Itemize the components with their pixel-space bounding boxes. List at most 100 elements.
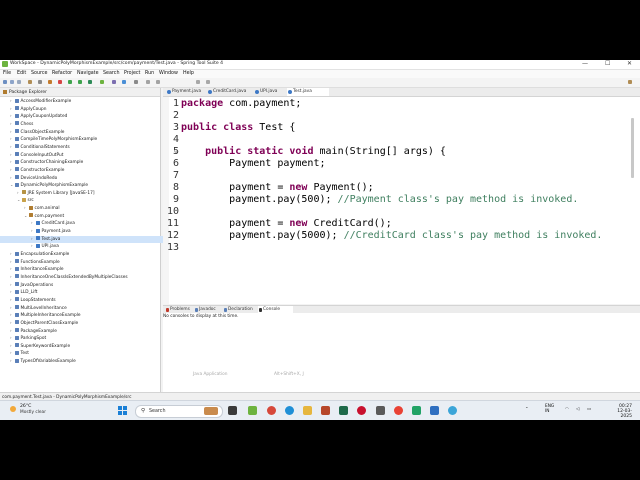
tree-item[interactable]: › EncapsulationExample [0, 251, 170, 258]
code-token: Test { [253, 122, 296, 133]
browser-taskbar-icon[interactable] [448, 406, 457, 415]
wifi-icon[interactable]: ◠ [565, 407, 569, 412]
menu-navigate[interactable]: Navigate [77, 71, 99, 76]
tree-item[interactable]: › MultipleInheritanceExample [0, 312, 170, 319]
close-button[interactable]: ✕ [627, 60, 632, 67]
back-icon[interactable] [196, 80, 200, 84]
menu-window[interactable]: Window [159, 71, 178, 76]
line-number: 9 [172, 194, 179, 205]
menu-run[interactable]: Run [145, 71, 154, 76]
windows-logo-icon [123, 406, 127, 410]
tab-test-java[interactable]: Test.java [287, 88, 329, 96]
word-taskbar-icon[interactable] [430, 406, 439, 415]
tree-item[interactable]: › Test [0, 350, 170, 357]
tree-item[interactable]: › DeviceUndoRedo [0, 175, 170, 182]
stop-icon[interactable] [58, 80, 62, 84]
menu-source[interactable]: Source [31, 71, 47, 76]
spring-tool-suite-taskbar-icon[interactable] [248, 406, 257, 415]
new-icon[interactable] [3, 80, 7, 84]
debug-icon[interactable] [68, 80, 72, 84]
app-taskbar-icon[interactable] [376, 406, 385, 415]
tree-item[interactable]: › ApplyCouponUpdated [0, 113, 170, 120]
package-explorer-tab[interactable]: Package Explorer [0, 88, 160, 97]
battery-icon[interactable]: ▭ [587, 407, 591, 412]
minimize-button[interactable]: — [582, 60, 588, 67]
tray-overflow-icon[interactable]: ⌃ [525, 407, 529, 412]
excel-2-taskbar-icon[interactable] [412, 406, 421, 415]
new-package-icon[interactable] [122, 80, 126, 84]
excel-taskbar-icon[interactable] [339, 406, 348, 415]
code-area[interactable]: 1 package com.payment; 2 3 public class Test… [163, 97, 633, 304]
menu-search[interactable]: Search [103, 71, 119, 76]
run-icon[interactable] [78, 80, 82, 84]
volume-icon[interactable]: ◁ [576, 407, 579, 412]
tree-item[interactable]: › com.animal [0, 205, 184, 212]
office-taskbar-icon[interactable] [321, 406, 330, 415]
tree-item[interactable]: › Chess [0, 121, 170, 128]
chrome-taskbar-icon[interactable] [267, 406, 276, 415]
tree-item[interactable]: ⌄ com.payment [0, 213, 184, 220]
tree-item[interactable]: › CompileTimePolyMorphismExample [0, 136, 170, 143]
tree-item[interactable]: › ClassObjectExample [0, 129, 170, 136]
next-annotation-icon[interactable] [156, 80, 160, 84]
windows-logo-icon [123, 411, 127, 415]
tree-item[interactable]: ⌄ src [0, 197, 177, 204]
maximize-button[interactable]: ☐ [605, 60, 610, 67]
prev-annotation-icon[interactable] [146, 80, 150, 84]
line-number: 1 [172, 98, 179, 109]
tree-item[interactable]: › InheritanceExample [0, 266, 170, 273]
clock[interactable]: 00:27 12-03-2025 [608, 404, 632, 419]
taskbar-search[interactable]: ⚲ Search [135, 405, 223, 418]
spring-boot-icon[interactable] [100, 80, 104, 84]
tree-item[interactable]: › JavaOperations [0, 282, 170, 289]
perspective-java-icon[interactable] [628, 80, 632, 84]
open-type-icon[interactable] [28, 80, 32, 84]
search-toolbar-icon[interactable] [134, 80, 138, 84]
editor-scrollbar[interactable] [631, 118, 634, 178]
tree-item[interactable]: ⌄ DynamicPolyMorphismExample [0, 182, 170, 189]
tree-item[interactable]: › MultiLevelInheritance [0, 305, 170, 312]
menu-file[interactable]: File [3, 71, 11, 76]
start-button[interactable] [118, 406, 127, 415]
tab-upi-java[interactable]: UPI.java [254, 88, 290, 96]
tree-item[interactable]: › ConditionalStatements [0, 144, 170, 151]
tree-item[interactable]: › ConstructorExample [0, 167, 170, 174]
tree-item[interactable]: › ApplyCoupn [0, 106, 170, 113]
edge-taskbar-icon[interactable] [285, 406, 294, 415]
file-explorer-taskbar-icon[interactable] [303, 406, 312, 415]
fold-toggle-icon[interactable]: ⊖ [174, 148, 178, 155]
task-view-icon[interactable] [228, 406, 237, 415]
tab-creditcard-java[interactable]: CreditCard.java [207, 88, 257, 96]
tree-item[interactable]: › ConsoleInputOutPut [0, 152, 170, 159]
menu-help[interactable]: Help [183, 71, 194, 76]
tab-payment-java[interactable]: Payment.java [166, 88, 210, 96]
save-icon[interactable] [10, 80, 14, 84]
tree-item[interactable]: › ConstructorChainingExample [0, 159, 170, 166]
tree-item[interactable]: › LoopStatements [0, 297, 170, 304]
menu-project[interactable]: Project [124, 71, 140, 76]
menu-refactor[interactable]: Refactor [52, 71, 72, 76]
project-folder-icon [15, 182, 19, 187]
tree-item[interactable]: › FunctionsExample [0, 259, 170, 266]
language-indicator[interactable]: ENG IN [545, 404, 554, 414]
tree-item[interactable]: › SuperKeywordExample [0, 343, 170, 350]
project-folder-icon [15, 144, 19, 149]
tree-item[interactable]: › ParkingSpot [0, 335, 170, 342]
menu-edit[interactable]: Edit [17, 71, 26, 76]
recorder-taskbar-icon[interactable] [357, 406, 366, 415]
save-all-icon[interactable] [17, 80, 21, 84]
tree-item[interactable]: › LLD_Lift [0, 289, 170, 296]
chrome-2-taskbar-icon[interactable] [394, 406, 403, 415]
run-external-icon[interactable] [88, 80, 92, 84]
tree-item[interactable]: › ObjectParentClassExample [0, 320, 170, 327]
tree-item[interactable]: › AccessModifierExample [0, 98, 170, 105]
console-panel[interactable]: No consoles to display at this time. Jav… [163, 313, 640, 392]
tree-item[interactable]: › JRE System Library [JavaSE-17] [0, 190, 177, 197]
toggle-comment-icon[interactable] [38, 80, 42, 84]
tree-item[interactable]: › PackageExample [0, 328, 170, 335]
build-icon[interactable] [48, 80, 52, 84]
tree-item[interactable]: › InheritanceOneClassIsExtendedByMultiple… [0, 274, 170, 281]
forward-icon[interactable] [206, 80, 210, 84]
tree-item[interactable]: › TypesOfVariablesExample [0, 358, 170, 365]
new-class-icon[interactable] [112, 80, 116, 84]
